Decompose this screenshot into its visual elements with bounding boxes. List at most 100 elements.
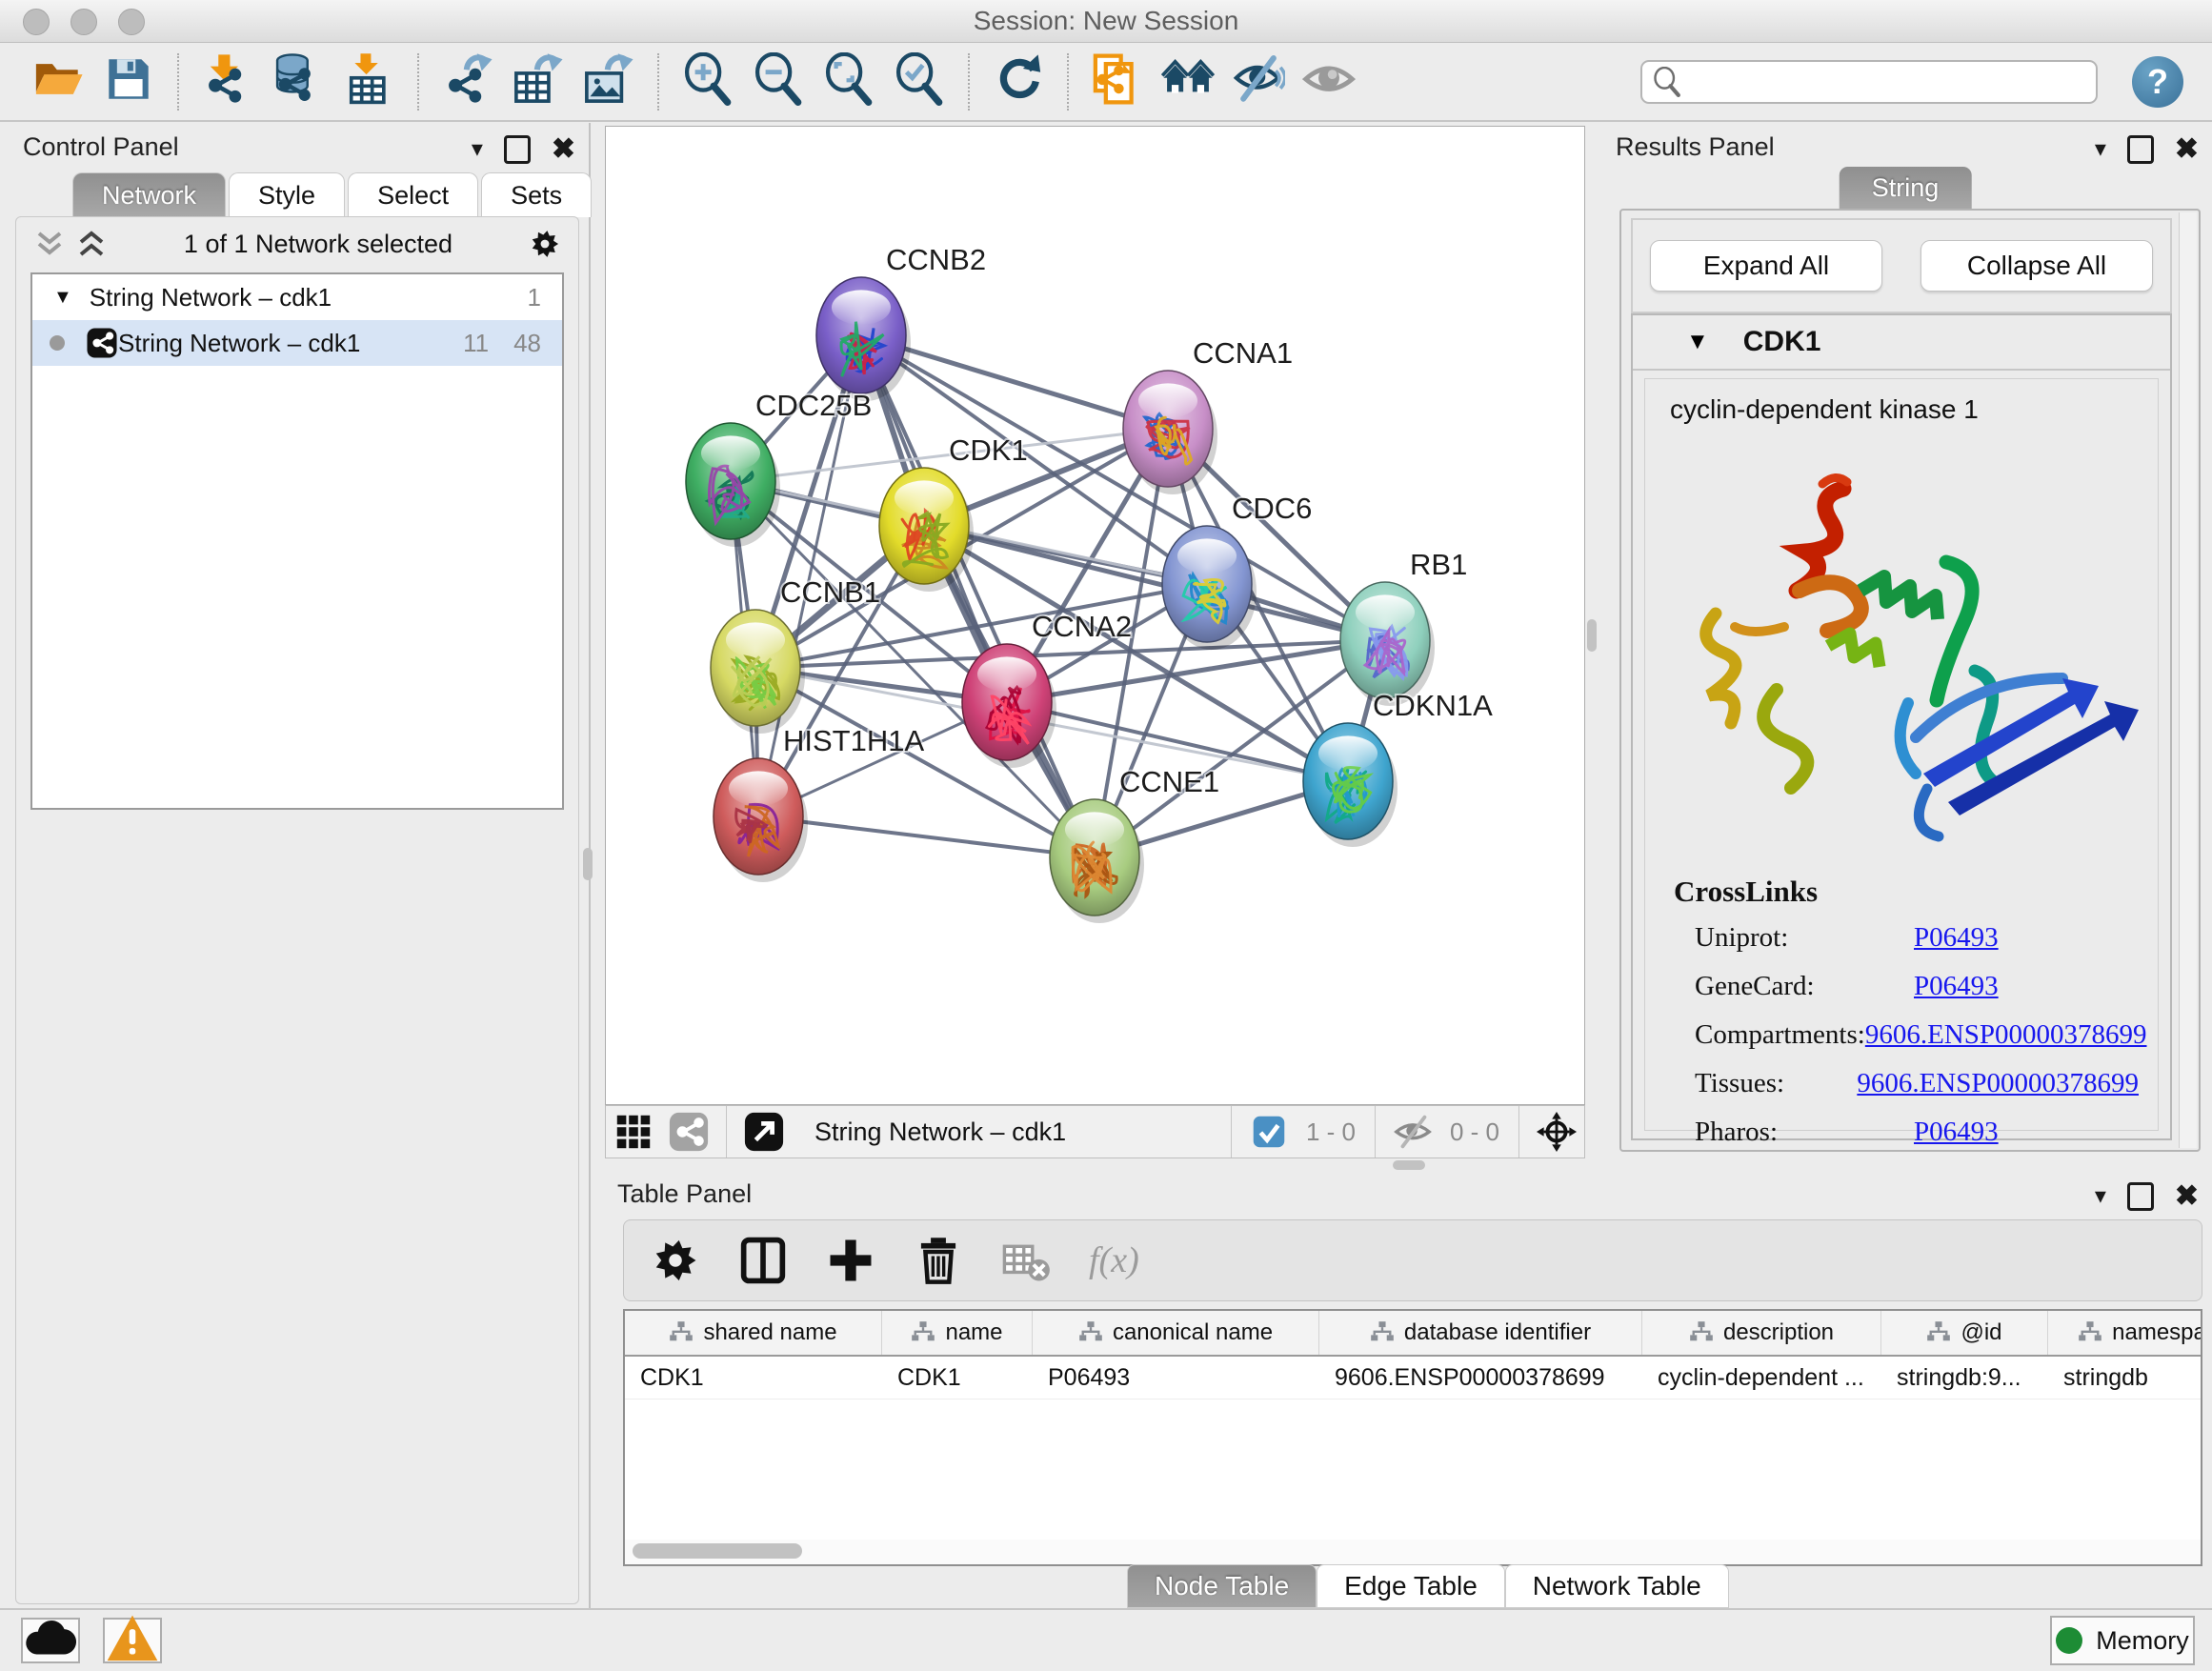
panel-menu-icon[interactable]: ▾ (2095, 1182, 2106, 1210)
memory-button[interactable]: Memory (2050, 1616, 2195, 1665)
network-edge[interactable] (758, 816, 1095, 857)
column-header-canonical-name[interactable]: canonical name (1033, 1311, 1319, 1355)
close-panel-icon[interactable]: ✖ (2175, 132, 2199, 166)
expand-all-button[interactable]: Expand All (1650, 240, 1882, 292)
search-input[interactable] (1640, 60, 2098, 104)
network-node-CCNA2[interactable] (962, 644, 1052, 760)
tree-expand-icon[interactable]: ▼ (53, 287, 72, 309)
first-neighbors-button[interactable] (1091, 55, 1144, 109)
fit-content-icon[interactable] (1536, 1111, 1578, 1153)
float-panel-icon[interactable] (504, 135, 531, 164)
apply-layout-button[interactable] (992, 55, 1045, 109)
column-header-@id[interactable]: @id (1881, 1311, 2048, 1355)
tab-edge-table[interactable]: Edge Table (1317, 1564, 1505, 1608)
cloud-status-button[interactable] (21, 1618, 80, 1663)
tab-style[interactable]: Style (229, 172, 345, 217)
results-scrollbar[interactable] (2179, 212, 2197, 1148)
node-table[interactable]: shared namenamecanonical namedatabase id… (623, 1309, 2202, 1543)
network-node-CCNA1[interactable] (1123, 371, 1213, 487)
collapse-all-button[interactable]: Collapse All (1920, 240, 2153, 292)
left-splitter-handle[interactable] (583, 848, 593, 880)
search-icon (1652, 67, 1682, 97)
tab-select[interactable]: Select (348, 172, 478, 217)
table-row[interactable]: CDK1CDK1P064939606.ENSP00000378699cyclin… (625, 1357, 2201, 1399)
network-node-RB1[interactable] (1340, 582, 1430, 698)
zoom-in-button[interactable] (681, 55, 734, 109)
network-node-HIST1H1A[interactable] (714, 758, 803, 875)
column-header-name[interactable]: name (882, 1311, 1033, 1355)
table-cell[interactable]: stringdb:9... (1881, 1357, 2048, 1399)
column-header-description[interactable]: description (1642, 1311, 1881, 1355)
add-column-icon[interactable] (826, 1236, 875, 1285)
network-node-CDC25B[interactable] (686, 423, 775, 539)
hide-selected-button[interactable] (1232, 55, 1285, 109)
crosslink-link[interactable]: P06493 (1914, 971, 1999, 1002)
table-cell[interactable]: stringdb (2048, 1357, 2202, 1399)
tab-network-table[interactable]: Network Table (1505, 1564, 1729, 1608)
warnings-button[interactable] (103, 1618, 162, 1663)
delete-column-icon[interactable] (914, 1236, 963, 1285)
zoom-out-button[interactable] (752, 55, 805, 109)
network-node-CDC6[interactable] (1162, 526, 1252, 642)
export-image-button[interactable] (582, 55, 635, 109)
column-header-namespac[interactable]: namespac (2048, 1311, 2202, 1355)
network-node-CDKN1A[interactable] (1303, 723, 1393, 839)
show-columns-icon[interactable] (738, 1236, 788, 1285)
panel-menu-icon[interactable]: ▾ (472, 135, 483, 163)
network-edge[interactable] (861, 335, 1095, 857)
crosslink-link[interactable]: 9606.ENSP00000378699 (1857, 1068, 2139, 1099)
save-session-button[interactable] (102, 55, 155, 109)
network-graph[interactable]: CCNB2CCNA1CDC25BCDK1CDC6RB1CCNB1CCNA2CDK… (606, 127, 1584, 1104)
network-row-selected[interactable]: String Network – cdk1 11 48 (32, 320, 562, 366)
tab-network[interactable]: Network (72, 172, 226, 217)
network-node-CCNE1[interactable] (1050, 799, 1139, 916)
expand-all-icon[interactable] (75, 228, 108, 260)
help-button[interactable]: ? (2132, 56, 2183, 108)
table-cell[interactable]: CDK1 (625, 1357, 882, 1399)
column-header-shared-name[interactable]: shared name (625, 1311, 882, 1355)
crosslink-link[interactable]: P06493 (1914, 1117, 1999, 1148)
network-share-icon[interactable] (668, 1111, 710, 1153)
right-splitter-handle[interactable] (1587, 619, 1597, 652)
bottom-splitter-handle[interactable] (1393, 1160, 1425, 1170)
scrollbar-thumb[interactable] (633, 1543, 802, 1559)
open-file-button[interactable] (31, 55, 85, 109)
network-node-CCNB1[interactable] (711, 610, 800, 726)
export-network-button[interactable] (441, 55, 494, 109)
birds-eye-grid-icon[interactable] (613, 1111, 654, 1153)
selected-checkbox-icon[interactable] (1248, 1111, 1290, 1153)
gene-header-row[interactable]: ▼ CDK1 (1633, 315, 2170, 371)
tab-node-table[interactable]: Node Table (1127, 1564, 1317, 1608)
string-tab[interactable]: String (1840, 167, 1972, 209)
table-settings-gear-icon[interactable] (651, 1236, 700, 1285)
export-table-button[interactable] (512, 55, 565, 109)
network-canvas[interactable]: CCNB2CCNA1CDC25BCDK1CDC6RB1CCNB1CCNA2CDK… (605, 126, 1585, 1105)
close-panel-icon[interactable]: ✖ (2175, 1179, 2199, 1213)
options-gear-icon[interactable] (529, 228, 561, 260)
import-network-database-button[interactable] (271, 55, 325, 109)
float-panel-icon[interactable] (2127, 1182, 2154, 1211)
network-node-CDK1[interactable] (879, 468, 969, 584)
import-network-button[interactable] (201, 55, 254, 109)
zoom-selected-button[interactable] (893, 55, 946, 109)
table-cell[interactable]: cyclin-dependent ... (1642, 1357, 1881, 1399)
import-table-button[interactable] (342, 55, 395, 109)
collapse-gene-icon[interactable]: ▼ (1686, 329, 1709, 355)
float-panel-icon[interactable] (2127, 135, 2154, 164)
table-cell[interactable]: 9606.ENSP00000378699 (1319, 1357, 1642, 1399)
collapse-all-icon[interactable] (33, 228, 66, 260)
network-collection-row[interactable]: ▼ String Network – cdk1 1 (32, 274, 562, 320)
table-cell[interactable]: CDK1 (882, 1357, 1033, 1399)
crosslink-link[interactable]: 9606.ENSP00000378699 (1865, 1019, 2147, 1051)
close-panel-icon[interactable]: ✖ (552, 132, 575, 166)
network-node-CCNB2[interactable] (816, 277, 906, 393)
zoom-fit-button[interactable] (822, 55, 875, 109)
panel-menu-icon[interactable]: ▾ (2095, 135, 2106, 163)
crosslink-link[interactable]: P06493 (1914, 922, 1999, 954)
detach-view-icon[interactable] (743, 1111, 785, 1153)
column-header-database-identifier[interactable]: database identifier (1319, 1311, 1642, 1355)
table-cell[interactable]: P06493 (1033, 1357, 1319, 1399)
table-hscrollbar[interactable] (623, 1540, 2202, 1566)
show-all-networks-button[interactable] (1161, 55, 1215, 109)
tab-sets[interactable]: Sets (481, 172, 592, 217)
